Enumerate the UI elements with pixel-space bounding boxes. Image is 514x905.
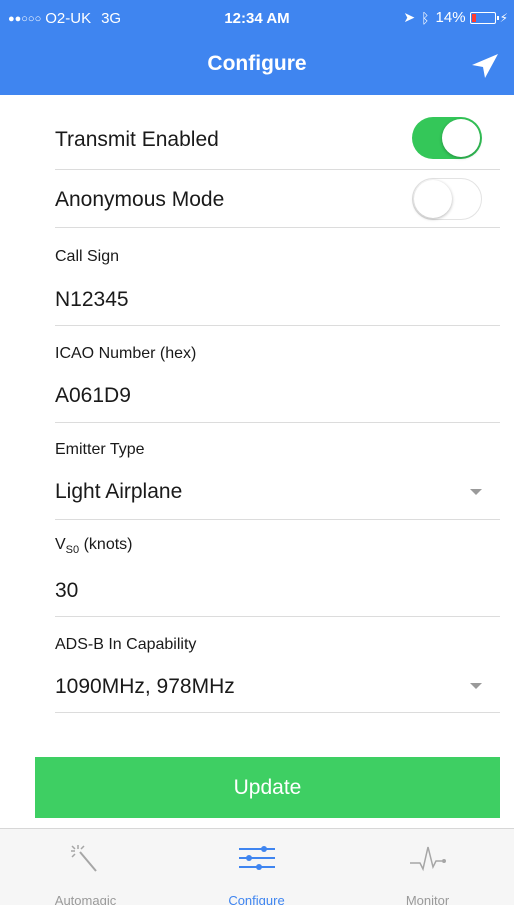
anonymous-mode-toggle[interactable] [412,178,482,220]
call-sign-field[interactable]: Call Sign N12345 [55,228,500,326]
tab-automagic-label: Automagic [54,893,117,905]
battery-percent: 14% [435,9,466,26]
update-button[interactable]: Update [35,757,500,818]
tab-monitor-label: Monitor [405,893,450,905]
emitter-type-field[interactable]: Emitter Type Light Airplane [55,423,500,520]
call-sign-label: Call Sign [55,248,120,265]
vso-field[interactable]: VS0 (knots) 30 [55,520,500,617]
emitter-type-label: Emitter Type [55,441,145,458]
chevron-down-icon[interactable] [470,489,482,495]
chevron-down-icon[interactable] [470,683,482,689]
heartbeat-icon [409,846,446,872]
transmit-enabled-row: Transmit Enabled [55,106,500,170]
magic-wand-icon [70,845,97,872]
bluetooth-icon: ᛒ [421,9,430,26]
icao-number-label: ICAO Number (hex) [55,345,197,362]
adsb-in-field[interactable]: ADS-B In Capability 1090MHz, 978MHz [55,617,500,713]
paper-plane-icon [472,54,498,78]
nav-bar: Configure [0,36,514,95]
tab-bar: Automagic Configure Monitor [0,828,514,905]
anonymous-mode-label: Anonymous Mode [55,188,225,211]
vso-input[interactable]: 30 [55,579,78,603]
icao-number-field[interactable]: ICAO Number (hex) A061D9 [55,326,500,423]
tab-monitor[interactable]: Monitor [342,829,513,905]
tab-automagic[interactable]: Automagic [0,829,171,905]
page-title: Configure [207,52,307,75]
icao-number-input[interactable]: A061D9 [55,384,131,408]
tab-configure-label: Configure [228,893,285,905]
anonymous-mode-row: Anonymous Mode [55,170,500,228]
transmit-enabled-toggle[interactable] [412,117,482,159]
call-sign-input[interactable]: N12345 [55,288,129,312]
battery-icon [469,11,499,24]
vso-label: VS0 (knots) [55,536,133,557]
configure-screen: ●●○○○ O2-UK 3G 12:34 AM ➤ ᛒ 14% ⚡ Config… [0,0,514,905]
transmit-enabled-label: Transmit Enabled [55,128,219,151]
tab-configure[interactable]: Configure [171,829,342,905]
adsb-in-label: ADS-B In Capability [55,636,197,653]
adsb-in-select[interactable]: 1090MHz, 978MHz [55,675,235,699]
send-button[interactable] [470,52,500,80]
charging-bolt-icon: ⚡ [499,10,508,25]
emitter-type-select[interactable]: Light Airplane [55,480,182,504]
header: ●●○○○ O2-UK 3G 12:34 AM ➤ ᛒ 14% ⚡ Config… [0,0,514,95]
status-bar: ●●○○○ O2-UK 3G 12:34 AM ➤ ᛒ 14% ⚡ [0,0,514,36]
status-right: ➤ ᛒ 14% ⚡ [403,9,508,26]
location-arrow-icon: ➤ [403,9,416,25]
sliders-icon [238,846,275,870]
